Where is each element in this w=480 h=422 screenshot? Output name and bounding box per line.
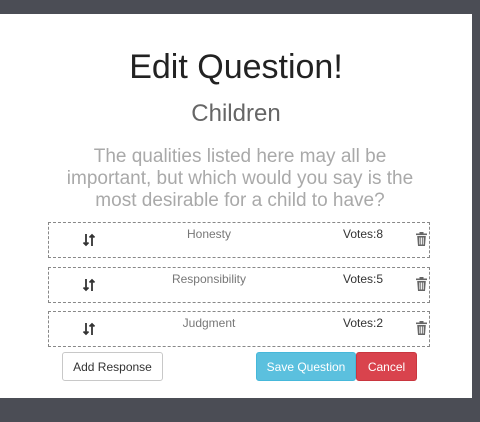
vote-count: Votes:5 [343, 272, 384, 286]
response-label: Responsibility [171, 272, 247, 286]
response-label: Honesty [186, 227, 232, 241]
response-row: Responsibility Votes:5 [48, 267, 430, 303]
response-label: Judgment [182, 316, 236, 330]
response-row: Judgment Votes:2 [48, 311, 430, 347]
question-category: Children [191, 100, 281, 127]
save-question-button[interactable]: Save Question [256, 352, 356, 381]
sort-arrows-icon[interactable] [82, 322, 96, 336]
response-row: Honesty Votes:8 [48, 222, 430, 258]
trash-icon[interactable] [416, 232, 427, 246]
modal-title: Edit Question! [129, 48, 343, 86]
sort-arrows-icon[interactable] [82, 278, 96, 292]
vote-count: Votes:8 [343, 227, 384, 241]
vote-count: Votes:2 [343, 316, 384, 330]
edit-question-modal: Edit Question! Children The qualities li… [0, 14, 472, 398]
add-response-button[interactable]: Add Response [62, 352, 163, 381]
sort-arrows-icon[interactable] [82, 233, 96, 247]
cancel-button[interactable]: Cancel [356, 352, 417, 381]
question-text: The qualities listed here may all be imp… [66, 146, 414, 211]
trash-icon[interactable] [416, 321, 427, 335]
trash-icon[interactable] [416, 277, 427, 291]
